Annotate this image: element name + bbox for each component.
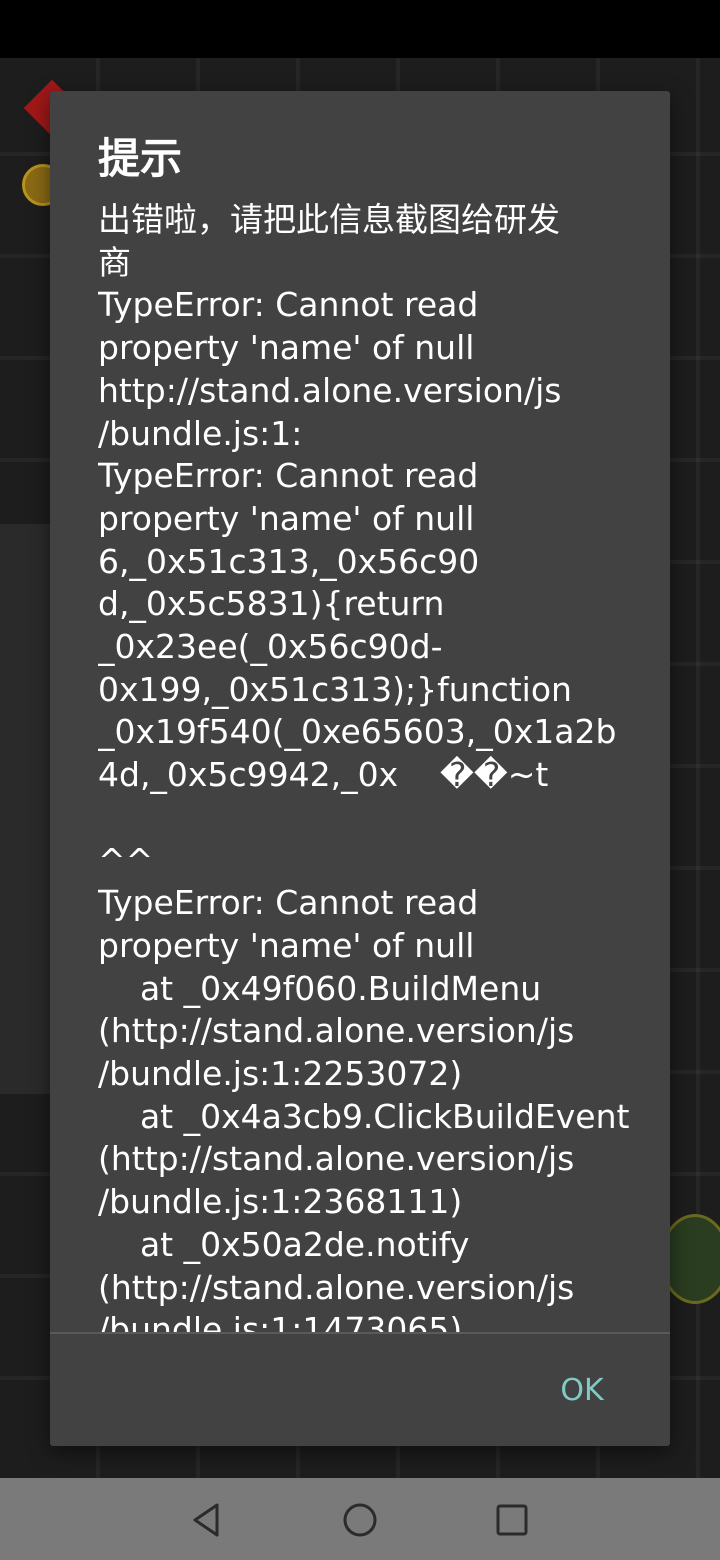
dialog-scroll-area[interactable]: 出错啦，请把此信息截图给研发 商 TypeError: Cannot read … — [98, 199, 638, 1332]
navigation-bar — [0, 1478, 720, 1560]
ok-button[interactable]: OK — [530, 1359, 634, 1423]
square-recents-icon — [496, 1504, 528, 1536]
circle-home-icon — [343, 1503, 377, 1537]
dialog-title: 提示 — [98, 134, 183, 183]
home-button[interactable] — [328, 1488, 392, 1552]
error-dialog: 提示 出错啦，请把此信息截图给研发 商 TypeError: Cannot re… — [50, 91, 670, 1446]
triangle-back-icon — [193, 1503, 219, 1537]
dialog-divider — [50, 1332, 670, 1334]
recents-button[interactable] — [480, 1488, 544, 1552]
status-bar — [0, 0, 720, 58]
dialog-message: 出错啦，请把此信息截图给研发 商 TypeError: Cannot read … — [98, 200, 630, 1332]
screen: 提示 出错啦，请把此信息截图给研发 商 TypeError: Cannot re… — [0, 0, 720, 1560]
back-button[interactable] — [174, 1488, 238, 1552]
